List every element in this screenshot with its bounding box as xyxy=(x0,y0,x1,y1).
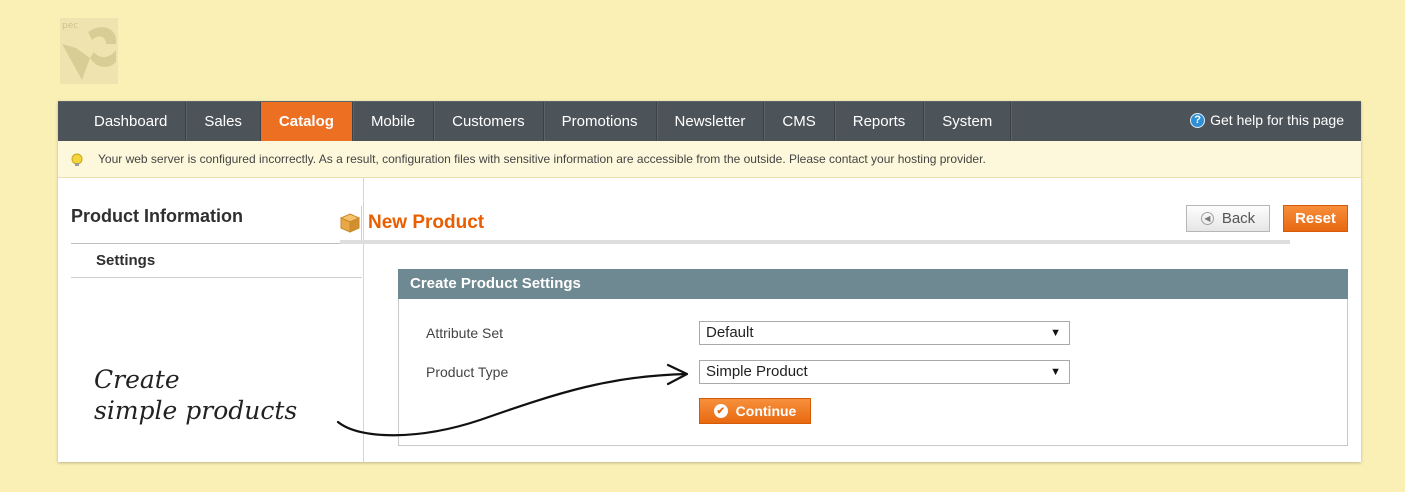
annotation-line-1: Create xyxy=(94,365,180,394)
nav-item-dashboard[interactable]: Dashboard xyxy=(58,102,187,141)
nav-item-reports[interactable]: Reports xyxy=(835,102,925,141)
nav-item-newsletter[interactable]: Newsletter xyxy=(657,102,765,141)
page-title: New Product xyxy=(368,212,485,233)
nav-item-customers[interactable]: Customers xyxy=(434,102,544,141)
product-box-icon xyxy=(340,213,360,233)
main-nav: Dashboard Sales Catalog Mobile Customers… xyxy=(58,101,1361,141)
help-icon: ? xyxy=(1190,112,1206,128)
nav-item-system[interactable]: System xyxy=(924,102,1012,141)
sidebar-tab-settings[interactable]: Settings xyxy=(71,244,362,278)
nav-item-mobile[interactable]: Mobile xyxy=(353,102,435,141)
create-product-settings: Create Product Settings Attribute Set De… xyxy=(398,269,1348,446)
attribute-set-select[interactable]: Default ▼ xyxy=(699,321,1070,345)
nav-item-catalog[interactable]: Catalog xyxy=(260,102,353,141)
back-arrow-icon: ◀ xyxy=(1200,212,1214,225)
dropdown-arrow-icon: ▼ xyxy=(1050,327,1061,339)
product-type-value: Simple Product xyxy=(706,363,808,380)
continue-button[interactable]: ✔ Continue xyxy=(699,398,811,424)
back-button[interactable]: ◀ Back xyxy=(1186,205,1270,232)
attribute-set-value: Default xyxy=(706,324,754,341)
dropdown-arrow-icon: ▼ xyxy=(1050,366,1061,378)
logo: pec xyxy=(60,18,118,84)
annotation-line-2: simple products xyxy=(94,396,298,425)
notice-text: Your web server is configured incorrectl… xyxy=(98,152,986,166)
fieldset-header: Create Product Settings xyxy=(398,269,1348,299)
sidebar-title: Product Information xyxy=(71,206,362,244)
help-label: Get help for this page xyxy=(1210,112,1344,128)
svg-text:pec: pec xyxy=(62,21,78,31)
product-type-select[interactable]: Simple Product ▼ xyxy=(699,360,1070,384)
lightbulb-icon xyxy=(71,153,83,166)
product-type-label: Product Type xyxy=(426,364,509,380)
nav-item-promotions[interactable]: Promotions xyxy=(544,102,657,141)
attribute-set-label: Attribute Set xyxy=(426,325,504,341)
continue-label: Continue xyxy=(735,403,797,419)
reset-button[interactable]: Reset xyxy=(1283,205,1348,232)
nav-item-cms[interactable]: CMS xyxy=(764,102,835,141)
back-label: Back xyxy=(1221,210,1256,227)
nav-item-sales[interactable]: Sales xyxy=(186,102,261,141)
page-heading: New Product xyxy=(340,204,1290,244)
annotation-text: Create simple products xyxy=(94,364,297,426)
check-icon: ✔ xyxy=(713,404,728,418)
config-notice: Your web server is configured incorrectl… xyxy=(58,141,1361,178)
help-link[interactable]: ? Get help for this page xyxy=(1190,102,1344,138)
